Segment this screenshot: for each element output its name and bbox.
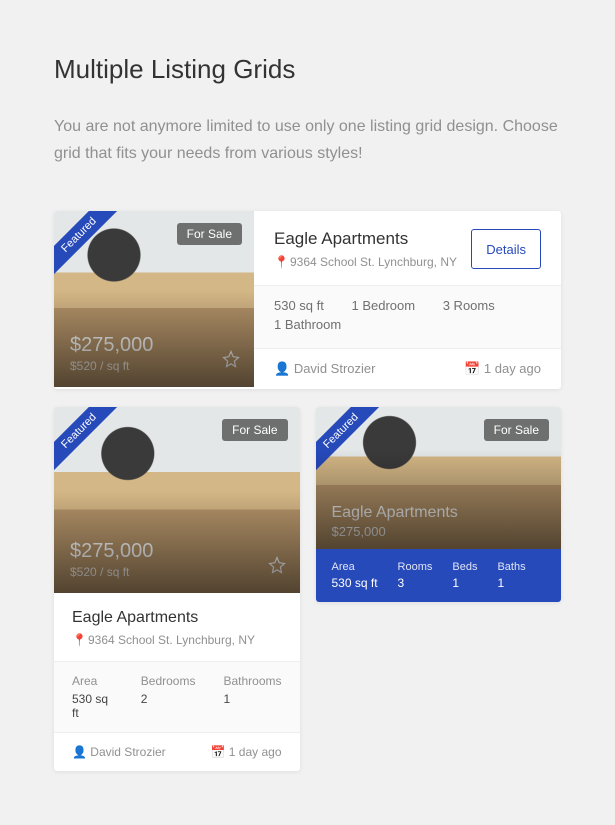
user-icon: 👤 bbox=[274, 361, 290, 376]
favorite-button[interactable] bbox=[268, 556, 286, 579]
listing-card-vertical[interactable]: Featured For Sale $275,000 $520 / sq ft … bbox=[54, 407, 300, 771]
stat-baths: Baths 1 bbox=[497, 561, 525, 590]
spec-bedrooms: 1 Bedroom bbox=[352, 298, 416, 313]
price-per-sqft: $520 / sq ft bbox=[70, 565, 153, 579]
price: $275,000 bbox=[70, 540, 153, 563]
stat-rooms: Rooms 3 bbox=[398, 561, 433, 590]
featured-ribbon: Featured bbox=[316, 407, 387, 477]
star-icon bbox=[268, 556, 286, 574]
status-badge: For Sale bbox=[222, 419, 287, 441]
spec-area: 530 sq ft bbox=[274, 298, 324, 313]
title-block: Eagle Apartments $275,000 bbox=[332, 504, 458, 539]
stat-beds: Beds 1 bbox=[452, 561, 477, 590]
listing-specs: 530 sq ft 1 Bedroom 3 Rooms 1 Bathroom bbox=[254, 285, 561, 349]
listing-stats: Area 530 sq ft Rooms 3 Beds 1 Baths 1 bbox=[316, 549, 562, 602]
featured-ribbon: Featured bbox=[54, 211, 125, 281]
user-icon: 👤 bbox=[72, 745, 87, 759]
page-intro: You are not anymore limited to use only … bbox=[54, 113, 561, 167]
listing-agent[interactable]: 👤 David Strozier bbox=[72, 745, 166, 759]
price-block: $275,000 $520 / sq ft bbox=[70, 540, 153, 579]
details-button[interactable]: Details bbox=[471, 229, 541, 269]
listing-title[interactable]: Eagle Apartments bbox=[72, 609, 282, 627]
price-per-sqft: $520 / sq ft bbox=[70, 359, 153, 373]
stat-area: Area 530 sq ft bbox=[72, 674, 113, 720]
listing-photo[interactable]: Featured For Sale $275,000 $520 / sq ft bbox=[54, 211, 254, 387]
calendar-icon: 📅 bbox=[464, 361, 480, 376]
listing-stats: Area 530 sq ft Bedrooms 2 Bathrooms 1 bbox=[54, 661, 300, 733]
listing-photo[interactable]: Featured For Sale Eagle Apartments $275,… bbox=[316, 407, 562, 549]
listing-posted: 📅 1 day ago bbox=[464, 361, 541, 377]
stat-bathrooms: Bathrooms 1 bbox=[223, 674, 281, 720]
price: $275,000 bbox=[70, 334, 153, 357]
status-badge: For Sale bbox=[484, 419, 549, 441]
spec-rooms: 3 Rooms bbox=[443, 298, 495, 313]
listing-title[interactable]: Eagle Apartments bbox=[332, 504, 458, 522]
listing-posted: 📅 1 day ago bbox=[210, 745, 281, 759]
price-block: $275,000 $520 / sq ft bbox=[70, 334, 153, 373]
stat-bedrooms: Bedrooms 2 bbox=[141, 674, 196, 720]
listing-address: 📍9364 School St. Lynchburg, NY bbox=[72, 633, 282, 647]
listing-agent[interactable]: 👤 David Strozier bbox=[274, 361, 375, 377]
listing-card-horizontal[interactable]: Featured For Sale $275,000 $520 / sq ft … bbox=[54, 211, 561, 389]
price: $275,000 bbox=[332, 524, 458, 539]
listing-address: 📍9364 School St. Lynchburg, NY bbox=[274, 255, 457, 269]
pin-icon: 📍 bbox=[274, 255, 286, 269]
favorite-button[interactable] bbox=[222, 350, 240, 373]
pin-icon: 📍 bbox=[72, 633, 84, 647]
star-icon bbox=[222, 350, 240, 368]
status-badge: For Sale bbox=[177, 223, 242, 245]
stat-area: Area 530 sq ft bbox=[332, 561, 378, 590]
listing-title[interactable]: Eagle Apartments bbox=[274, 229, 457, 249]
spec-bathrooms: 1 Bathroom bbox=[274, 317, 341, 332]
featured-ribbon: Featured bbox=[54, 407, 125, 477]
page-heading: Multiple Listing Grids bbox=[54, 54, 561, 85]
listing-card-compact[interactable]: Featured For Sale Eagle Apartments $275,… bbox=[316, 407, 562, 602]
calendar-icon: 📅 bbox=[210, 745, 225, 759]
listing-photo[interactable]: Featured For Sale $275,000 $520 / sq ft bbox=[54, 407, 300, 593]
